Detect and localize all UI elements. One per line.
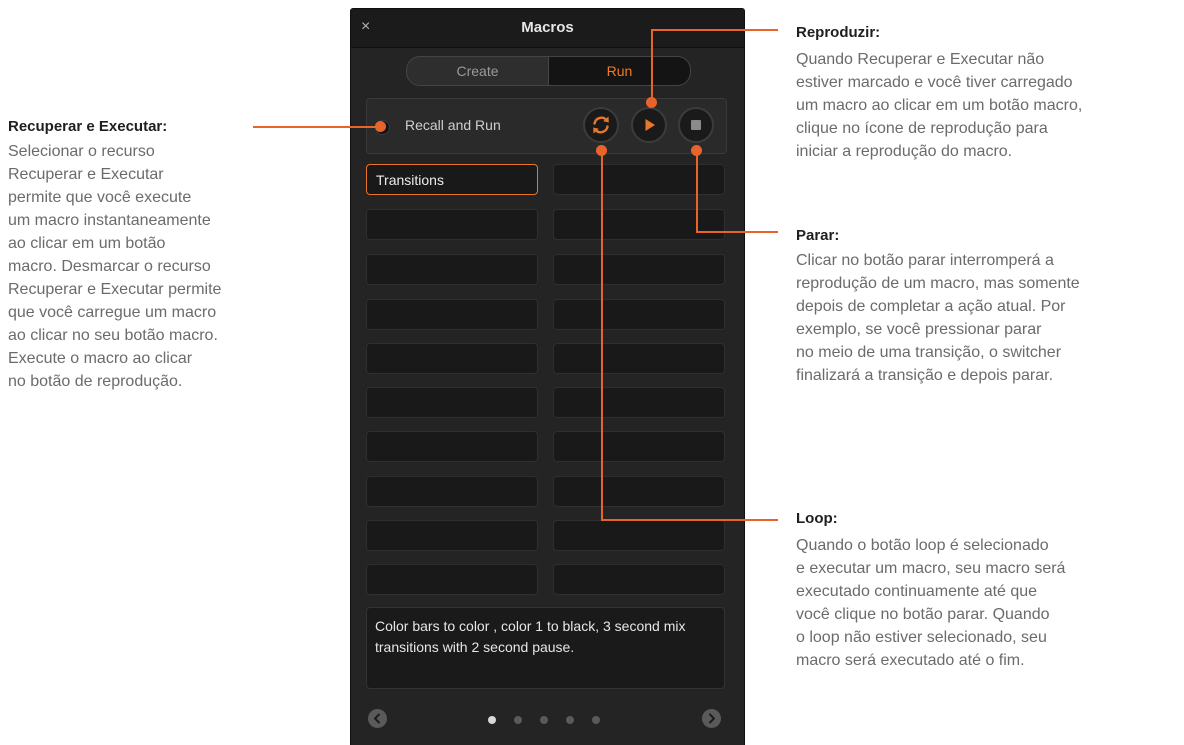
- next-page-button[interactable]: [702, 709, 721, 728]
- page-indicator-dot[interactable]: [488, 716, 496, 724]
- tab-run[interactable]: Run: [549, 57, 690, 85]
- loop-callout-text: Quando o botão loop é selecionado e exec…: [796, 537, 1066, 669]
- stop-callout-title: Parar:: [796, 227, 840, 244]
- macro-button[interactable]: [366, 431, 538, 462]
- macro-button[interactable]: [553, 343, 725, 374]
- macro-button[interactable]: [553, 164, 725, 195]
- recall-and-run-label: Recall and Run: [405, 117, 501, 133]
- macro-description-box[interactable]: Color bars to color , color 1 to black, …: [366, 607, 725, 689]
- loop-callout-title: Loop:: [796, 510, 838, 527]
- recall-and-run-callout-text: Selecionar o recurso Recuperar e Executa…: [8, 143, 222, 390]
- macro-button[interactable]: [553, 431, 725, 462]
- macro-button[interactable]: [366, 343, 538, 374]
- macro-button[interactable]: [553, 254, 725, 285]
- recall-leader-dot: [375, 121, 386, 132]
- stop-leader-line-h: [696, 231, 778, 233]
- macro-button[interactable]: [366, 387, 538, 418]
- mode-segmented-control: Create Run: [406, 56, 691, 86]
- macro-button[interactable]: [366, 476, 538, 507]
- macro-button-label: Transitions: [376, 172, 444, 188]
- recall-leader-line: [253, 126, 381, 128]
- stop-button[interactable]: [678, 107, 714, 143]
- play-leader-line-v: [651, 29, 653, 101]
- play-icon: [645, 119, 655, 131]
- macro-button[interactable]: Transitions: [366, 164, 538, 195]
- macro-button[interactable]: [553, 387, 725, 418]
- prev-page-button[interactable]: [368, 709, 387, 728]
- stop-leader-dot: [691, 145, 702, 156]
- play-button[interactable]: [631, 107, 667, 143]
- macro-button[interactable]: [553, 209, 725, 240]
- chevron-right-icon: [709, 713, 715, 724]
- loop-leader-line-v: [601, 150, 603, 521]
- play-leader-line-h: [651, 29, 778, 31]
- stop-callout-text: Clicar no botão parar interromperá a rep…: [796, 252, 1080, 384]
- stop-leader-line-v: [696, 150, 698, 233]
- panel-title: Macros: [521, 19, 574, 36]
- macro-button[interactable]: [553, 299, 725, 330]
- page-indicator-dot[interactable]: [566, 716, 574, 724]
- recall-and-run-callout-title: Recuperar e Executar:: [8, 118, 168, 135]
- tab-create[interactable]: Create: [407, 57, 549, 85]
- page-indicator-dot[interactable]: [592, 716, 600, 724]
- play-callout-title: Reproduzir:: [796, 24, 881, 41]
- loop-leader-dot: [596, 145, 607, 156]
- recall-and-run-bar: Recall and Run: [366, 98, 727, 154]
- macro-button[interactable]: [366, 299, 538, 330]
- macros-panel: × Macros Create Run Recall and Run Trans…: [350, 8, 745, 745]
- macro-button[interactable]: [553, 476, 725, 507]
- page-indicator-dot[interactable]: [514, 716, 522, 724]
- stop-icon: [691, 120, 701, 130]
- page-indicator-dot[interactable]: [540, 716, 548, 724]
- chevron-left-icon: [374, 713, 380, 724]
- macro-button[interactable]: [366, 254, 538, 285]
- macro-button[interactable]: [366, 209, 538, 240]
- play-leader-dot: [646, 97, 657, 108]
- macro-button[interactable]: [553, 520, 725, 551]
- play-callout-text: Quando Recuperar e Executar não estiver …: [796, 51, 1083, 160]
- macro-description-text: Color bars to color , color 1 to black, …: [375, 618, 686, 655]
- macro-button[interactable]: [366, 520, 538, 551]
- loop-icon: [593, 116, 609, 134]
- macro-button[interactable]: [366, 564, 538, 595]
- loop-button[interactable]: [583, 107, 619, 143]
- loop-leader-line-h: [601, 519, 778, 521]
- macro-button[interactable]: [553, 564, 725, 595]
